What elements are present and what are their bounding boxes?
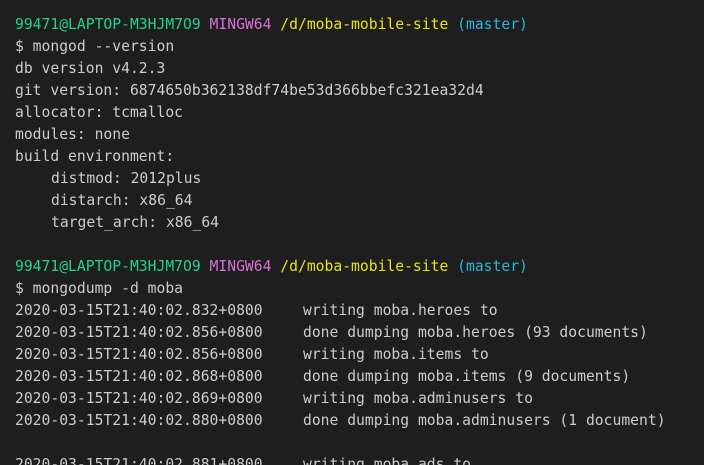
build-env-line: distarch: x86_64 — [51, 192, 193, 209]
log-message: done dumping moba.items (9 documents) — [303, 368, 631, 385]
log-timestamp: 2020-03-15T21:40:02.832+0800 — [15, 302, 263, 319]
prompt-line: 99471@LAPTOP-M3HJM7O9 MINGW64 /d/moba-mo… — [15, 256, 704, 278]
log-line-partial: 2020-03-15T21:40:02.881+0800 writing moba… — [15, 454, 704, 465]
log-line: 2020-03-15T21:40:02.832+0800 writing moba… — [15, 300, 704, 322]
log-message: writing moba.items to — [303, 346, 489, 363]
output-line: db version v4.2.3 — [15, 60, 166, 77]
log-message: writing moba.ads to — [303, 456, 472, 465]
output-line: git version: 6874650b362138df74be53d366b… — [15, 82, 484, 99]
build-env-line: target_arch: x86_64 — [51, 214, 220, 231]
command-line: $ mongod --version — [15, 38, 175, 55]
prompt-user: 99471@LAPTOP-M3HJM7O9 — [15, 258, 201, 275]
command-line: $ mongodump -d moba — [15, 280, 184, 297]
log-line: 2020-03-15T21:40:02.856+0800 writing moba… — [15, 344, 704, 366]
prompt-system: MINGW64 — [209, 258, 272, 275]
log-line: 2020-03-15T21:40:02.868+0800 done dumping… — [15, 366, 704, 388]
log-timestamp: 2020-03-15T21:40:02.868+0800 — [15, 368, 263, 385]
terminal-window[interactable]: 99471@LAPTOP-M3HJM7O9 MINGW64 /d/moba-mo… — [0, 0, 704, 465]
prompt-branch: (master) — [457, 258, 528, 275]
prompt-user: 99471@LAPTOP-M3HJM7O9 — [15, 16, 201, 33]
log-timestamp: 2020-03-15T21:40:02.881+0800 — [15, 456, 263, 465]
log-message: writing moba.adminusers to — [303, 390, 533, 407]
output-line: modules: none — [15, 126, 130, 143]
log-message: done dumping moba.heroes (93 documents) — [303, 324, 648, 341]
prompt-branch: (master) — [457, 16, 528, 33]
output-line: allocator: tcmalloc — [15, 104, 184, 121]
log-line: 2020-03-15T21:40:02.856+0800 done dumping… — [15, 322, 704, 344]
prompt-path: /d/moba-mobile-site — [280, 258, 449, 275]
log-timestamp: 2020-03-15T21:40:02.856+0800 — [15, 324, 263, 341]
prompt-path: /d/moba-mobile-site — [280, 16, 449, 33]
prompt-line: 99471@LAPTOP-M3HJM7O9 MINGW64 /d/moba-mo… — [15, 14, 704, 36]
log-line: 2020-03-15T21:40:02.880+0800 done dumping… — [15, 410, 704, 432]
log-message: done dumping moba.adminusers (1 document… — [303, 412, 666, 429]
log-message: writing moba.heroes to — [303, 302, 498, 319]
log-line: 2020-03-15T21:40:02.869+0800 writing moba… — [15, 388, 704, 410]
prompt-system: MINGW64 — [209, 16, 272, 33]
log-timestamp: 2020-03-15T21:40:02.869+0800 — [15, 390, 263, 407]
output-line: build environment: — [15, 148, 175, 165]
log-timestamp: 2020-03-15T21:40:02.880+0800 — [15, 412, 263, 429]
build-env-line: distmod: 2012plus — [51, 170, 202, 187]
log-timestamp: 2020-03-15T21:40:02.856+0800 — [15, 346, 263, 363]
